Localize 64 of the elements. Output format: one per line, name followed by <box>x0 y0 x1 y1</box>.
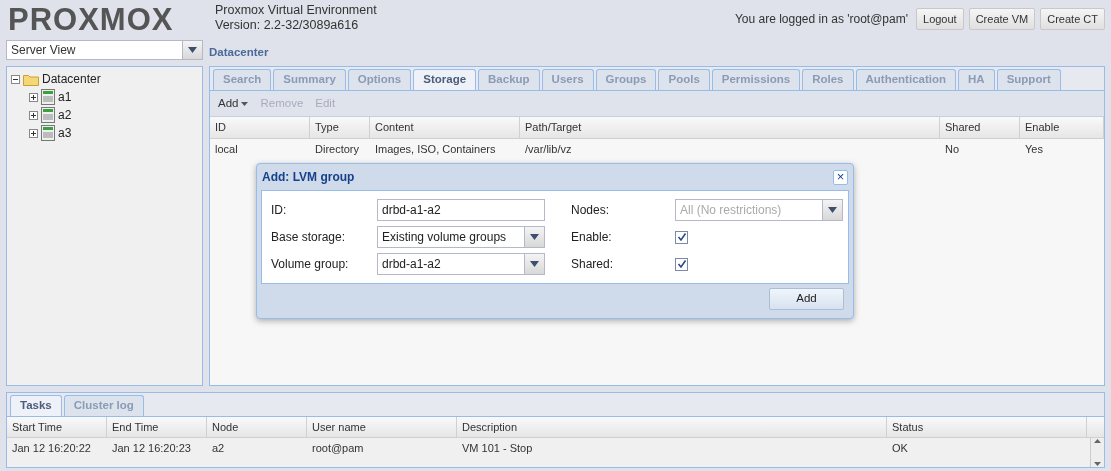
checkbox[interactable] <box>675 257 688 271</box>
tab[interactable]: Storage <box>413 69 477 90</box>
header-button[interactable]: Logout <box>916 8 964 30</box>
dialog-title: Add: LVM group <box>262 169 355 186</box>
table-cell-text: Jan 12 16:20:23 <box>111 441 192 457</box>
logo: PROXMOX <box>7 1 175 38</box>
field-label: Nodes: <box>571 202 611 219</box>
field-label: Enable: <box>571 229 613 246</box>
combo-field[interactable]: Existing volume groups <box>377 226 545 248</box>
field-label: Base storage: <box>271 229 347 246</box>
checkbox[interactable] <box>675 230 688 244</box>
server-icon <box>41 125 55 141</box>
table-cell-text: a2 <box>211 441 226 457</box>
column-header[interactable]: User name <box>307 417 457 437</box>
view-selector[interactable]: Server View <box>6 40 203 60</box>
column-header[interactable]: Start Time <box>7 417 107 437</box>
text-field[interactable]: drbd-a1-a2 <box>377 199 545 221</box>
column-header[interactable]: Content <box>370 117 520 138</box>
column-header[interactable]: Path/Target <box>520 117 940 138</box>
table-cell-text: VM 101 - Stop <box>461 441 534 457</box>
column-header[interactable]: Enable <box>1020 117 1104 138</box>
field-label: ID: <box>271 202 288 219</box>
version-text: Version: 2.2-32/3089a616 <box>215 18 360 33</box>
header-button[interactable]: Create CT <box>1040 8 1105 30</box>
table-cell-text: No <box>944 141 961 157</box>
tree-item[interactable]: Datacenter <box>42 70 101 88</box>
tab[interactable]: Tasks <box>10 395 62 416</box>
field-label: Shared: <box>571 256 615 273</box>
expand-icon[interactable] <box>29 92 38 102</box>
column-header[interactable]: End Time <box>107 417 207 437</box>
table-cell-text: root@pam <box>311 441 365 457</box>
table-cell-text: OK <box>891 441 909 457</box>
collapse-icon[interactable] <box>11 74 20 84</box>
column-header[interactable]: Node <box>207 417 307 437</box>
scrollbar[interactable] <box>1090 438 1104 467</box>
table-cell-text: /var/lib/vz <box>524 141 573 157</box>
expand-icon[interactable] <box>29 110 38 120</box>
scroll-down-icon[interactable] <box>1094 462 1101 466</box>
login-status: You are logged in as 'root@pam' <box>734 11 908 28</box>
column-header[interactable]: Description <box>457 417 887 437</box>
table-cell-text: Directory <box>314 141 360 157</box>
content-title: Datacenter <box>209 45 269 61</box>
expand-icon[interactable] <box>29 128 38 138</box>
column-header[interactable]: ID <box>210 117 310 138</box>
table-cell-text: local <box>214 141 239 157</box>
field-label: Volume group: <box>271 256 350 273</box>
server-icon <box>41 89 55 105</box>
toolbar-button[interactable]: Add <box>218 94 249 113</box>
product-name: Proxmox Virtual Environment <box>215 3 377 18</box>
table-cell-text: Images, ISO, Containers <box>374 141 497 157</box>
folder-icon <box>23 72 39 86</box>
header-button[interactable]: Create VM <box>968 8 1036 30</box>
tree-item[interactable]: a3 <box>58 124 72 142</box>
combo-field[interactable]: drbd-a1-a2 <box>377 253 545 275</box>
table-cell-text: Yes <box>1024 141 1044 157</box>
column-header[interactable]: Type <box>310 117 370 138</box>
server-icon <box>41 107 55 123</box>
tree-item[interactable]: a1 <box>58 88 72 106</box>
table-cell-text: Jan 12 16:20:22 <box>11 441 92 457</box>
column-header[interactable]: Shared <box>940 117 1020 138</box>
column-header[interactable]: Status <box>887 417 1087 437</box>
close-button[interactable]: × <box>833 169 848 185</box>
add-button[interactable]: Add <box>769 288 844 310</box>
tree-item[interactable]: a2 <box>58 106 72 124</box>
